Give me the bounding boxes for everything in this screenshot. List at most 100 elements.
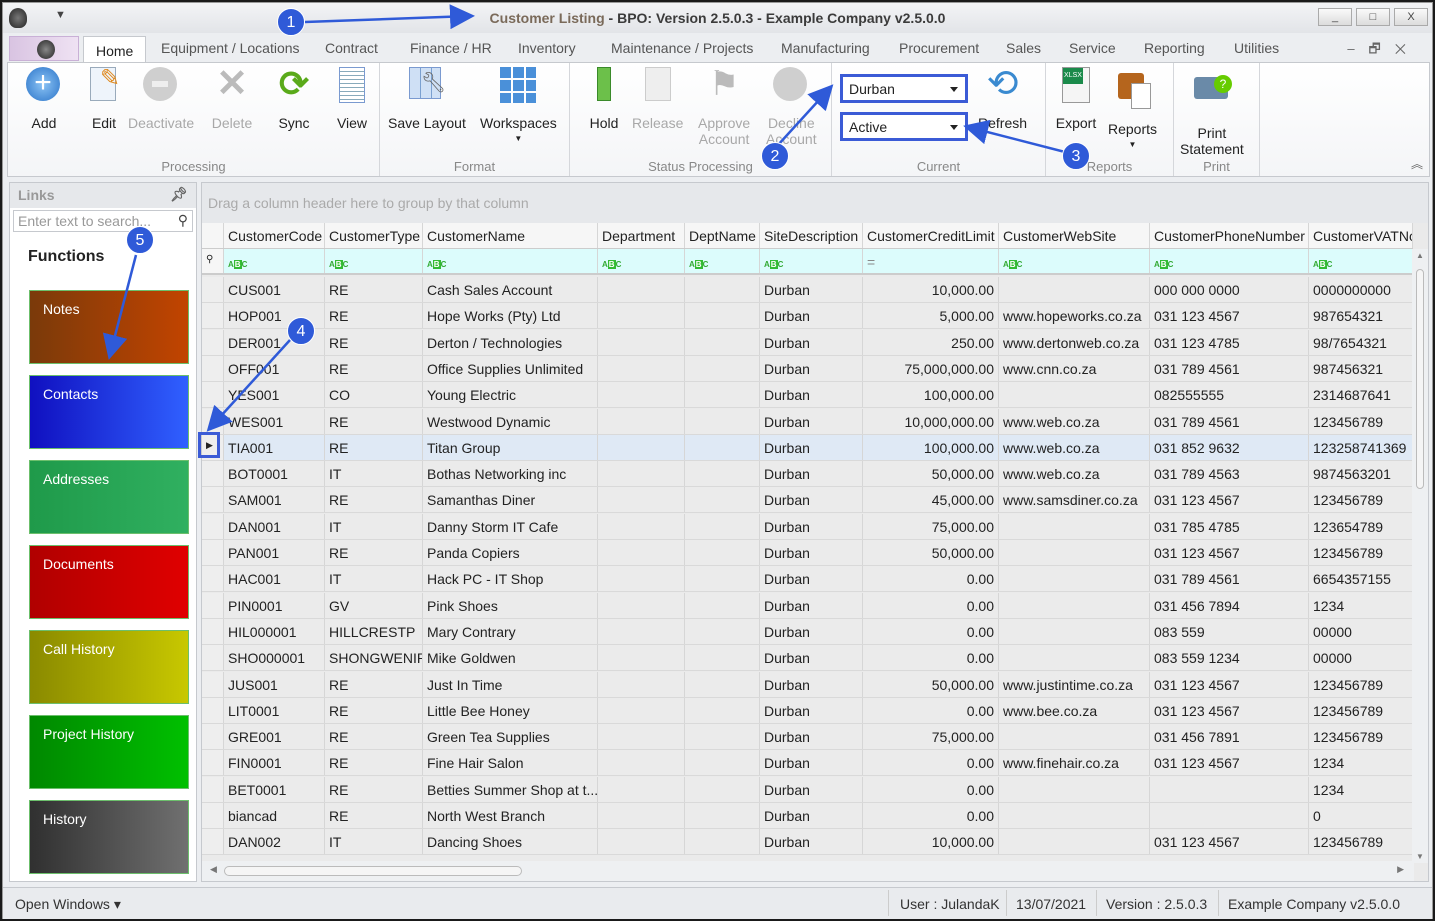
tab-finance-hr[interactable]: Finance / HR	[410, 40, 492, 56]
filter-cell-customerphonenumber[interactable]: ABC	[1150, 249, 1309, 273]
table-row[interactable]: SHO000001 SHONGWENIP Mike Goldwen Durban 0.0…	[202, 645, 1413, 672]
tab-service[interactable]: Service	[1069, 40, 1116, 56]
filter-cell-customerwebsite[interactable]: ABC	[999, 249, 1150, 273]
row-indicator[interactable]	[202, 487, 224, 513]
workspaces-button[interactable]: Workspaces ▼	[480, 67, 557, 147]
table-row[interactable]: PIN0001 GV Pink Shoes Durban 0.00 031 456 789…	[202, 592, 1413, 619]
group-by-panel[interactable]: Drag a column header here to group by th…	[202, 183, 1428, 223]
tile-documents[interactable]: Documents	[29, 545, 189, 619]
row-indicator[interactable]	[202, 566, 224, 592]
status-filter-combo[interactable]: Active	[840, 112, 968, 141]
table-row[interactable]: DAN002 IT Dancing Shoes Durban 10,000.00 031 …	[202, 829, 1413, 856]
table-row[interactable]: SAM001 RE Samanthas Diner Durban 45,000.00 ww…	[202, 487, 1413, 514]
tab-utilities[interactable]: Utilities	[1234, 40, 1279, 56]
tab-equipment-locations[interactable]: Equipment / Locations	[161, 40, 300, 56]
search-icon[interactable]: ⚲	[178, 212, 188, 229]
row-indicator[interactable]	[202, 303, 224, 329]
table-row[interactable]: DAN001 IT Danny Storm IT Cafe Durban 75,000.…	[202, 513, 1413, 540]
table-row[interactable]: WES001 RE Westwood Dynamic Durban 10,000,000…	[202, 408, 1413, 435]
table-row[interactable]: CUS001 RE Cash Sales Account Durban 10,000.0…	[202, 277, 1413, 303]
pin-icon[interactable]: 📌︎	[170, 186, 188, 203]
row-indicator[interactable]	[202, 829, 224, 855]
row-indicator[interactable]	[202, 329, 224, 355]
column-header-customercode[interactable]: CustomerCode	[224, 223, 325, 248]
add-button[interactable]: + Add	[20, 67, 68, 131]
tile-addresses[interactable]: Addresses	[29, 460, 189, 534]
column-header-deptname[interactable]: DeptName	[685, 223, 760, 248]
row-indicator[interactable]	[202, 724, 224, 750]
application-menu-button[interactable]	[9, 36, 79, 61]
links-search-input[interactable]: Enter text to search... ⚲	[13, 210, 193, 232]
row-indicator[interactable]	[202, 355, 224, 381]
ribbon-collapse-icon[interactable]: ︽	[1411, 155, 1423, 172]
table-row[interactable]: HOP001 RE Hope Works (Pty) Ltd Durban 5,000.…	[202, 303, 1413, 330]
filter-cell-customervatno[interactable]: ABC	[1309, 249, 1413, 273]
tab-reporting[interactable]: Reporting	[1144, 40, 1205, 56]
tab-inventory[interactable]: Inventory	[518, 40, 576, 56]
column-header-customertype[interactable]: CustomerType	[325, 223, 423, 248]
delete-button[interactable]: ✕ Delete	[208, 65, 256, 131]
horizontal-scrollbar[interactable]: ◀ ▶	[202, 861, 1414, 881]
table-row[interactable]: HIL000001 HILLCRESTP Mary Contrary Durban 0.…	[202, 618, 1413, 645]
filter-cell-customercode[interactable]: ABC	[224, 249, 325, 273]
tile-history[interactable]: History	[29, 800, 189, 874]
hold-button[interactable]: Hold	[580, 67, 628, 131]
row-indicator[interactable]	[202, 776, 224, 802]
column-header-sitedescription[interactable]: SiteDescription	[760, 223, 863, 248]
site-filter-combo[interactable]: Durban	[840, 74, 968, 103]
filter-cell-sitedescription[interactable]: ABC	[760, 249, 863, 273]
row-indicator[interactable]	[202, 540, 224, 565]
decline-button[interactable]: Decline Account	[766, 67, 817, 147]
row-indicator[interactable]	[202, 671, 224, 697]
table-row[interactable]: DER001 RE Derton / Technologies Durban 250.0…	[202, 329, 1413, 356]
row-indicator[interactable]	[202, 408, 224, 434]
table-row[interactable]: OFF001 RE Office Supplies Unlimited Durban 7…	[202, 355, 1413, 382]
approve-button[interactable]: ⚑ Approve Account	[698, 67, 750, 147]
tile-contacts[interactable]: Contacts	[29, 375, 189, 449]
filter-cell-customertype[interactable]: ABC	[325, 249, 423, 273]
sync-button[interactable]: ⟳ Sync	[270, 66, 318, 132]
maximize-button[interactable]: □	[1356, 8, 1390, 26]
row-indicator[interactable]	[202, 277, 224, 302]
table-row[interactable]: PAN001 RE Panda Copiers Durban 50,000.00 031 …	[202, 540, 1413, 566]
export-button[interactable]: XLSX Export	[1052, 67, 1100, 131]
column-header-customercreditlimit[interactable]: CustomerCreditLimit	[863, 223, 999, 248]
table-row[interactable]: JUS001 RE Just In Time Durban 50,000.00 www.j…	[202, 671, 1413, 698]
print-statement-button[interactable]: ? Print Statement	[1180, 67, 1244, 157]
tab-contract[interactable]: Contract	[325, 40, 378, 56]
column-header-department[interactable]: Department	[598, 223, 685, 248]
release-button[interactable]: Release	[632, 67, 683, 131]
filter-cell-customername[interactable]: ABC	[423, 249, 598, 273]
table-row[interactable]: YES001 CO Young Electric Durban 100,000.00 08…	[202, 382, 1413, 409]
tab-sales[interactable]: Sales	[1006, 40, 1041, 56]
row-indicator[interactable]	[202, 382, 224, 408]
tab-maintenance-projects[interactable]: Maintenance / Projects	[611, 40, 753, 56]
tile-call-history[interactable]: Call History	[29, 630, 189, 704]
open-windows-menu[interactable]: Open Windows ▾	[15, 896, 121, 913]
row-indicator[interactable]	[202, 461, 224, 487]
table-row[interactable]: biancad RE North West Branch Durban 0.00 0	[202, 803, 1413, 829]
minimize-button[interactable]: _	[1318, 8, 1352, 26]
column-header-customerphonenumber[interactable]: CustomerPhoneNumber	[1150, 223, 1309, 248]
table-row[interactable]: ▶ TIA001 RE Titan Group Durban 100,000.00 www.…	[202, 434, 1413, 461]
filter-cell-customercreditlimit[interactable]: =	[863, 249, 999, 273]
save-layout-button[interactable]: 🔧︎ Save Layout	[388, 67, 466, 131]
row-indicator[interactable]	[202, 618, 224, 644]
table-row[interactable]: BET0001 RE Betties Summer Shop at t... Durb…	[202, 776, 1413, 803]
row-indicator[interactable]	[202, 750, 224, 776]
column-header-customervatno[interactable]: CustomerVATNo	[1309, 223, 1413, 248]
row-indicator[interactable]	[202, 513, 224, 539]
column-header-customerwebsite[interactable]: CustomerWebSite	[999, 223, 1150, 248]
tab-manufacturing[interactable]: Manufacturing	[781, 40, 870, 56]
row-indicator[interactable]	[202, 803, 224, 828]
deactivate-button[interactable]: Deactivate	[128, 67, 194, 131]
row-indicator[interactable]	[202, 592, 224, 618]
tab-home[interactable]: Home	[83, 36, 147, 63]
row-indicator[interactable]	[202, 645, 224, 671]
tile-project-history[interactable]: Project History	[29, 715, 189, 789]
refresh-button[interactable]: ⟲ Refresh	[978, 65, 1027, 131]
mdi-controls[interactable]: –🗗✕	[1347, 40, 1420, 62]
table-row[interactable]: HAC001 IT Hack PC - IT Shop Durban 0.00 031 7…	[202, 566, 1413, 593]
table-row[interactable]: FIN0001 RE Fine Hair Salon Durban 0.00 www.fi…	[202, 750, 1413, 777]
tab-procurement[interactable]: Procurement	[899, 40, 979, 56]
